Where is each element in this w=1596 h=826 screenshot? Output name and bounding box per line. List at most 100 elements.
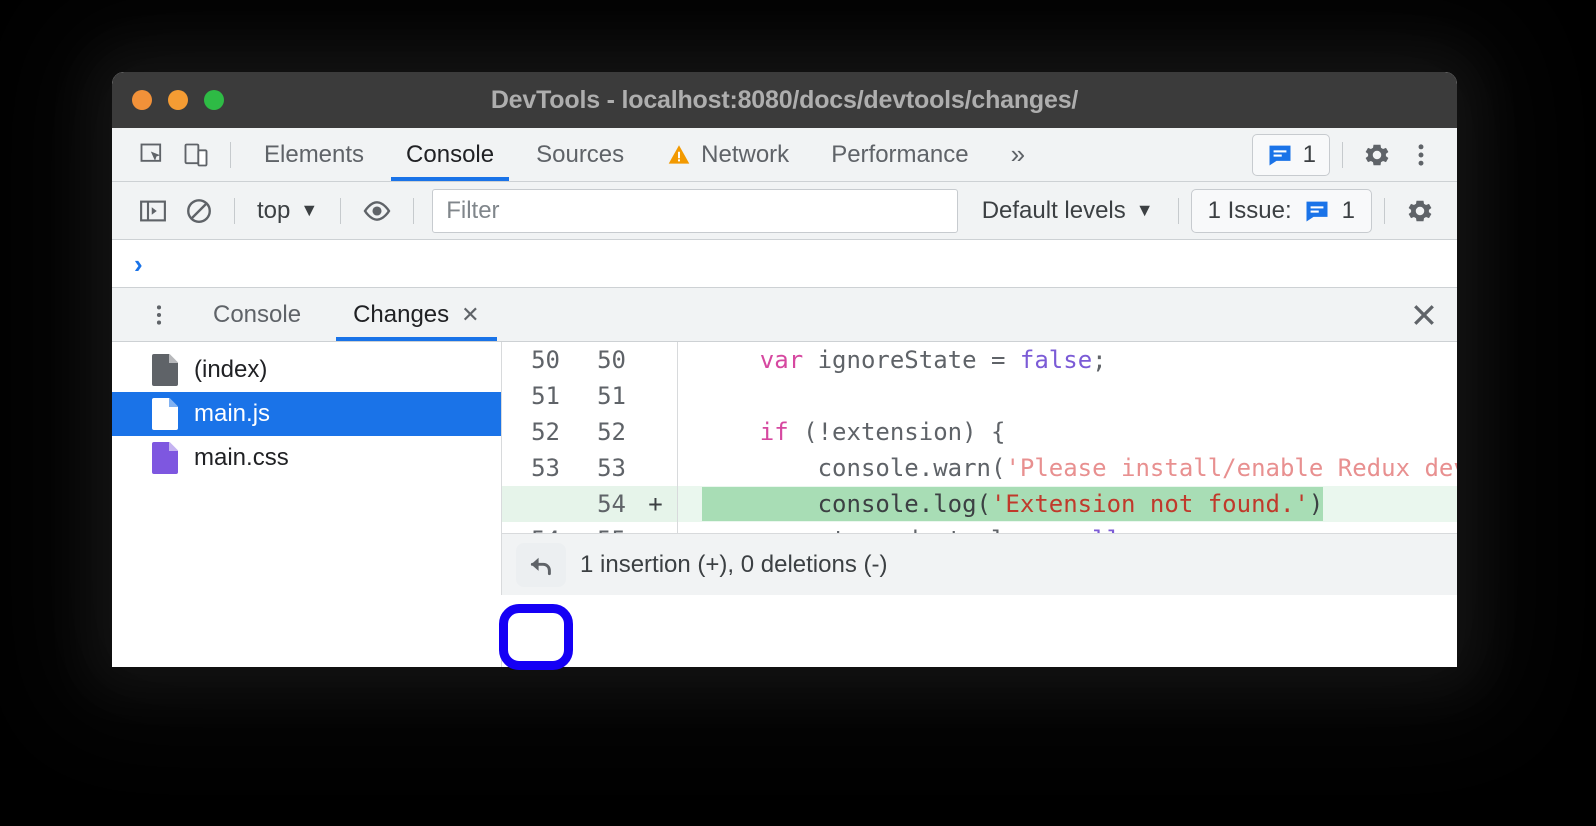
diff-line-number-new: 53 bbox=[568, 450, 634, 486]
drawer-tab-console-label: Console bbox=[213, 301, 301, 329]
diff-viewer[interactable]: 5050 var ignoreState = false;51515252 if… bbox=[502, 342, 1457, 533]
diff-line-code: console.warn('Please install/enable Redu… bbox=[678, 450, 1457, 486]
execution-context-label: top bbox=[257, 197, 290, 225]
diff-line-number-new: 50 bbox=[568, 342, 634, 378]
changes-file-list: (index) main.js main.css bbox=[112, 342, 502, 595]
console-divider-1 bbox=[234, 198, 235, 224]
drawer-tabbar: Console Changes ✕ bbox=[112, 288, 1457, 342]
diff-line-number-old: 53 bbox=[502, 450, 568, 486]
devtools-main-toolbar: Elements Console Sources bbox=[112, 128, 1457, 182]
traffic-lights bbox=[112, 90, 224, 110]
console-settings-gear-icon[interactable] bbox=[1397, 189, 1443, 233]
log-levels-selector[interactable]: Default levels ▼ bbox=[970, 197, 1166, 225]
diff-line: 54+ console.log('Extension not found.') bbox=[502, 486, 1457, 522]
chevron-down-icon: ▼ bbox=[300, 200, 318, 221]
execution-context-selector[interactable]: top ▼ bbox=[247, 197, 328, 225]
console-divider-3 bbox=[413, 198, 414, 224]
diff-line-number-old: 52 bbox=[502, 414, 568, 450]
file-list-bottom-filler bbox=[112, 614, 502, 667]
issues-count-label: 1 bbox=[1303, 141, 1316, 169]
diff-line-code: console.log('Extension not found.') bbox=[678, 486, 1457, 522]
diff-line: 5151 bbox=[502, 378, 1457, 414]
drawer-tab-changes-close-icon[interactable]: ✕ bbox=[461, 304, 479, 326]
console-sidebar-icon[interactable] bbox=[130, 189, 176, 233]
list-item[interactable]: main.js bbox=[112, 392, 501, 436]
diff-line-sign bbox=[634, 522, 678, 533]
maximize-window-button[interactable] bbox=[204, 90, 224, 110]
diff-line-number-old bbox=[502, 486, 568, 522]
diff-line-number-new: 52 bbox=[568, 414, 634, 450]
console-divider-5 bbox=[1384, 198, 1385, 224]
file-name-label: main.js bbox=[194, 400, 270, 428]
file-name-label: main.css bbox=[194, 444, 289, 472]
diff-line-sign: + bbox=[634, 486, 678, 522]
log-levels-label: Default levels bbox=[982, 197, 1126, 225]
changes-footer: 1 insertion (+), 0 deletions (-) bbox=[502, 533, 1457, 595]
diff-line-number-new: 54 bbox=[568, 486, 634, 522]
diff-line-code bbox=[678, 378, 1457, 414]
diff-line-sign bbox=[634, 342, 678, 378]
diff-line-number-old: 50 bbox=[502, 342, 568, 378]
console-filter-input[interactable]: Filter bbox=[432, 189, 957, 233]
console-issues-button[interactable]: 1 Issue: 1 bbox=[1191, 189, 1372, 233]
console-issues-label: 1 Issue: bbox=[1208, 197, 1292, 225]
more-tabs-button[interactable]: » bbox=[990, 128, 1046, 181]
drawer-tab-changes-label: Changes bbox=[353, 301, 449, 329]
tab-network-label: Network bbox=[701, 141, 789, 169]
file-icon-maincss bbox=[152, 442, 178, 474]
diff-line: 5252 if (!extension) { bbox=[502, 414, 1457, 450]
tab-sources[interactable]: Sources bbox=[515, 128, 645, 181]
revert-button[interactable] bbox=[516, 543, 566, 587]
console-prompt-caret: › bbox=[134, 251, 143, 277]
more-options-icon[interactable] bbox=[1399, 135, 1443, 175]
settings-gear-icon[interactable] bbox=[1355, 135, 1399, 175]
issue-message-icon bbox=[1266, 141, 1294, 169]
chevron-double-right-icon: » bbox=[1011, 139, 1025, 170]
toolbar-divider bbox=[230, 142, 231, 168]
toolbar-divider-2 bbox=[1342, 142, 1343, 168]
clear-console-icon[interactable] bbox=[176, 189, 222, 233]
file-icon-index bbox=[152, 354, 178, 386]
changes-panel: (index) main.js main.css 5050 var ignor bbox=[112, 342, 1457, 595]
diff-line-number-new: 51 bbox=[568, 378, 634, 414]
tab-console[interactable]: Console bbox=[385, 128, 515, 181]
console-filter-placeholder: Filter bbox=[446, 197, 499, 225]
diff-line-code: if (!extension) { bbox=[678, 414, 1457, 450]
device-toolbar-icon[interactable] bbox=[174, 135, 218, 175]
window-title: DevTools - localhost:8080/docs/devtools/… bbox=[112, 86, 1457, 115]
file-name-label: (index) bbox=[194, 356, 267, 384]
console-divider-2 bbox=[340, 198, 341, 224]
devtools-window: DevTools - localhost:8080/docs/devtools/… bbox=[112, 72, 1457, 667]
live-expression-eye-icon[interactable] bbox=[353, 189, 401, 233]
minimize-window-button[interactable] bbox=[168, 90, 188, 110]
panel-tabs: Elements Console Sources bbox=[243, 128, 1046, 181]
diff-line: 5353 console.warn('Please install/enable… bbox=[502, 450, 1457, 486]
close-window-button[interactable] bbox=[132, 90, 152, 110]
tab-elements[interactable]: Elements bbox=[243, 128, 385, 181]
diff-line-code: var ignoreState = false; bbox=[678, 342, 1457, 378]
file-icon-mainjs bbox=[152, 398, 178, 430]
tab-elements-label: Elements bbox=[264, 141, 364, 169]
tab-performance[interactable]: Performance bbox=[810, 128, 989, 181]
list-item[interactable]: main.css bbox=[112, 436, 501, 480]
screenshot-stage: DevTools - localhost:8080/docs/devtools/… bbox=[0, 0, 1596, 826]
drawer-tab-console[interactable]: Console bbox=[192, 288, 322, 341]
diff-line-sign bbox=[634, 378, 678, 414]
diff-summary-label: 1 insertion (+), 0 deletions (-) bbox=[580, 551, 887, 579]
drawer-close-icon[interactable] bbox=[1409, 300, 1439, 330]
tab-network[interactable]: Network bbox=[645, 128, 810, 181]
diff-line-sign bbox=[634, 414, 678, 450]
console-prompt-row[interactable]: › bbox=[112, 240, 1457, 288]
inspect-element-icon[interactable] bbox=[130, 135, 174, 175]
list-item[interactable]: (index) bbox=[112, 348, 501, 392]
diff-line: 5050 var ignoreState = false; bbox=[502, 342, 1457, 378]
drawer-tab-changes[interactable]: Changes ✕ bbox=[332, 288, 501, 341]
drawer-more-tools-icon[interactable] bbox=[136, 302, 182, 328]
window-titlebar: DevTools - localhost:8080/docs/devtools/… bbox=[112, 72, 1457, 128]
diff-line-number-new: 55 bbox=[568, 522, 634, 533]
issues-counter-button[interactable]: 1 bbox=[1252, 134, 1330, 176]
console-divider-4 bbox=[1178, 198, 1179, 224]
tab-performance-label: Performance bbox=[831, 141, 968, 169]
diff-line-number-old: 51 bbox=[502, 378, 568, 414]
warning-triangle-icon bbox=[666, 142, 692, 168]
